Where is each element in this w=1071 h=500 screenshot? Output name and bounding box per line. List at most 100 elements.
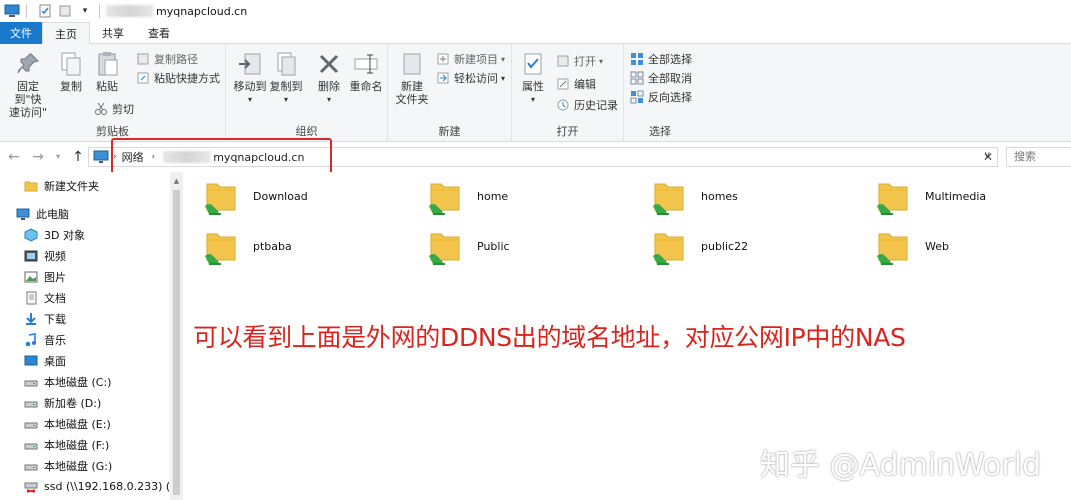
select-group: 全部选择 全部取消 反向选择 选择 [624,44,696,142]
new-item-button[interactable]: 新建项目 ▾ [436,50,505,68]
new-item-icon [437,53,449,65]
back-arrow-icon[interactable]: ← [6,149,22,165]
open-label: 打开 [574,55,596,68]
sidebar-item[interactable]: 桌面 [24,350,66,371]
properties-button[interactable]: 属性 ▾ [518,50,548,106]
forward-arrow-icon[interactable]: → [30,149,46,165]
documents-icon [26,291,37,304]
copy-to-button[interactable]: 复制到 ▾ [268,50,304,106]
up-arrow-icon[interactable]: ↑ [70,149,86,165]
sidebar-item-label: 本地磁盘 (E:) [44,417,111,431]
scroll-up-icon[interactable]: ▲ [170,174,183,188]
shared-folder-item[interactable]: Download [203,176,308,216]
history-button[interactable]: 历史记录 [556,96,618,114]
folder-label: ptbaba [253,240,292,253]
copy-to-icon [277,52,296,76]
customize-quick-access-icon[interactable]: ▾ [77,3,93,19]
rename-button[interactable]: 重命名 [348,50,384,93]
select-all-button[interactable]: 全部选择 [630,50,692,68]
tab-share[interactable]: 共享 [90,22,136,44]
select-all-label: 全部选择 [648,53,692,66]
copy-path-icon [137,53,149,65]
properties-icon [524,53,542,75]
drive-icon [24,443,38,449]
shared-folder-item[interactable]: Public [427,226,510,266]
sidebar-item-label: 本地磁盘 (F:) [44,438,110,452]
shared-folder-item[interactable]: Multimedia [875,176,986,216]
sidebar-item[interactable]: ssd (\\192.168.0.233) (U: [24,476,182,497]
copy-to-label: 复制到 [269,80,303,93]
new-folder-button[interactable]: 新建 文件夹 [394,50,430,106]
tab-home[interactable]: 主页 [42,22,90,45]
edit-icon [557,78,569,90]
music-icon [25,332,36,346]
shared-folder-item[interactable]: public22 [651,226,748,266]
copy-path-button[interactable]: 复制路径 [136,50,198,68]
title-bar: ▾ myqnapcloud.cn [0,0,1071,22]
easy-access-icon [437,72,449,84]
title-separator [26,4,27,18]
properties-quick-icon[interactable] [37,3,53,19]
folder-label: Multimedia [925,190,987,203]
new-folder-label-line2: 文件夹 [395,93,429,106]
sidebar-item[interactable]: 新加卷 (D:) [24,392,101,413]
new-folder-label-line1: 新建 [401,80,423,93]
sidebar-item[interactable]: 此电脑 [16,203,69,224]
window-title: myqnapcloud.cn [106,5,247,18]
cut-button[interactable]: 剪切 [94,100,134,118]
new-folder-quick-icon[interactable] [57,3,73,19]
sidebar-item[interactable]: 视频 [24,245,66,266]
sidebar-item[interactable]: 本地磁盘 (F:) [24,434,109,455]
desktop-icon [24,355,38,365]
sidebar-item-label: 此电脑 [36,207,69,221]
sidebar-item[interactable]: 图片 [24,266,66,287]
shared-folder-icon [877,183,908,215]
shared-folder-icon [205,183,236,215]
sidebar-item[interactable]: 本地磁盘 (C:) [24,371,111,392]
copy-button[interactable]: 复制 [56,50,86,93]
move-to-label: 移动到 [233,80,267,93]
properties-label: 属性 [522,80,544,93]
sidebar-item[interactable]: 音乐 [24,329,66,350]
sidebar-item-label: ssd (\\192.168.0.233) (U: [44,480,182,493]
sidebar-item[interactable]: 文档 [24,287,66,308]
new-group-label: 新建 [438,125,461,138]
paste-shortcut-button[interactable]: 粘贴快捷方式 [136,69,220,87]
pc-icon [16,208,30,220]
invert-selection-button[interactable]: 反向选择 [630,88,692,106]
close-icon[interactable]: ✕ [980,148,996,166]
easy-access-button[interactable]: 轻松访问 ▾ [436,69,505,87]
delete-button[interactable]: 删除 ▾ [314,50,344,106]
shared-folder-item[interactable]: Web [875,226,949,266]
shared-folder-item[interactable]: home [427,176,508,216]
sidebar-item[interactable]: 本地磁盘 (G:) [24,455,112,476]
pin-quick-access-button[interactable]: 固定到"快 速访问" [4,50,52,119]
recent-locations-icon[interactable]: ▾ [50,149,66,165]
edit-button[interactable]: 编辑 [556,75,596,93]
invert-selection-icon [630,90,644,104]
tab-file[interactable]: 文件 [0,22,42,44]
folder-label: Public [477,240,510,253]
nav-scrollbar[interactable]: ▲ [170,172,183,500]
folder-label: Web [925,240,949,253]
pin-label-line2: 速访问" [8,106,48,119]
paste-button[interactable]: 粘贴 [92,50,122,93]
sidebar-item[interactable]: 下载 [24,308,66,329]
sidebar-item[interactable]: 3D 对象 [24,224,85,245]
scrollbar-thumb[interactable] [173,190,180,495]
copy-to-dropdown-icon: ▾ [283,95,288,104]
shared-folder-item[interactable]: ptbaba [203,226,292,266]
shared-folder-item[interactable]: homes [651,176,738,216]
select-none-button[interactable]: 全部取消 [630,69,692,87]
sidebar-item[interactable]: 本地磁盘 (E:) [24,413,111,434]
move-to-button[interactable]: 移动到 ▾ [232,50,268,106]
video-icon [24,250,38,261]
paste-label: 粘贴 [96,80,118,93]
sidebar-item[interactable]: 新建文件夹 [24,175,99,196]
search-input[interactable]: 搜索 [1006,147,1071,167]
network-location-icon [93,150,109,163]
tab-view[interactable]: 查看 [136,22,182,44]
sidebar-item-label: 本地磁盘 (G:) [44,459,113,473]
shared-folder-icon [877,233,908,265]
open-button[interactable]: 打开 ▾ [556,52,603,70]
